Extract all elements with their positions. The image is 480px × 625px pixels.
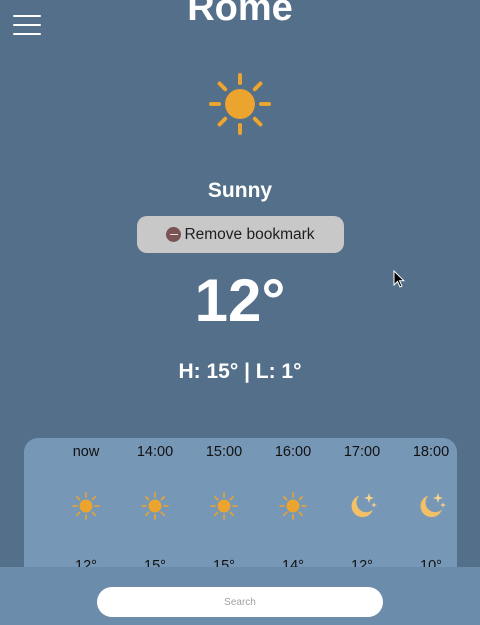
sun-icon xyxy=(209,73,271,135)
sun-icon xyxy=(141,492,169,520)
moon-stars-icon xyxy=(420,493,446,518)
hourly-time: 14:00 xyxy=(136,444,174,460)
moon-stars-icon xyxy=(351,493,377,518)
remove-bookmark-label: Remove bookmark xyxy=(184,225,315,243)
hourly-time: 17:00 xyxy=(343,444,381,460)
bottom-search-bar xyxy=(0,567,480,625)
high-low-temperature: H: 15° | L: 1° xyxy=(178,360,302,383)
hourly-time: now xyxy=(72,444,100,460)
hourly-time: 16:00 xyxy=(274,444,312,460)
hourly-time: 15:00 xyxy=(205,444,243,460)
hourly-item: now 12° xyxy=(56,438,116,588)
weather-condition: Sunny xyxy=(207,179,273,202)
sun-icon xyxy=(72,492,100,520)
search-input[interactable] xyxy=(97,587,383,617)
sun-icon xyxy=(210,492,238,520)
current-temperature: 12° xyxy=(194,267,286,334)
menu-line xyxy=(13,33,41,35)
hourly-item: 17:00 12° xyxy=(332,438,392,588)
hourly-item: 14:00 15° xyxy=(125,438,185,588)
sun-icon xyxy=(279,492,307,520)
hourly-time: 18:00 xyxy=(412,444,450,460)
mouse-cursor-icon xyxy=(393,270,405,288)
remove-bookmark-button[interactable]: Remove bookmark xyxy=(137,216,344,253)
city-title: Rome xyxy=(187,0,293,29)
hourly-item: 16:00 14° xyxy=(263,438,323,588)
hourly-forecast-panel[interactable]: now 12° 14:00 15° 15:00 15° 16:00 14° 17… xyxy=(24,438,457,588)
minus-circle-icon xyxy=(166,227,182,242)
hourly-item: 15:00 15° xyxy=(194,438,254,588)
hourly-item: 18:00 10° xyxy=(401,438,457,588)
